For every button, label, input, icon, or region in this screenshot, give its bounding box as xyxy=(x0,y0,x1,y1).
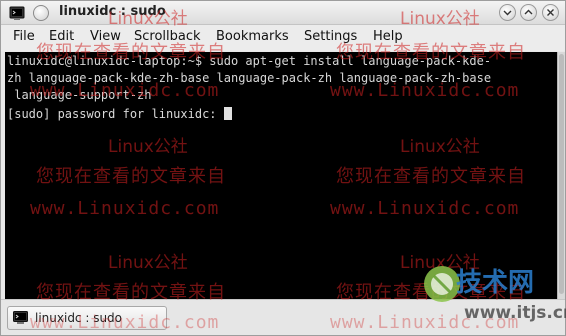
logo-text: 技术网 xyxy=(456,268,535,298)
terminal-prompt-line: [sudo] password for linuxidc: xyxy=(7,107,232,121)
window-title: linuxidc : sudo xyxy=(59,4,166,19)
minimize-button[interactable] xyxy=(499,4,516,21)
terminal-line: language-support-zh xyxy=(7,88,152,102)
maximize-icon xyxy=(524,9,533,15)
close-icon xyxy=(547,9,554,16)
terminal-line: zh language-pack-kde-zh-base language-pa… xyxy=(7,71,492,85)
tab-session[interactable]: linuxidc : sudo xyxy=(7,306,167,330)
menu-edit[interactable]: Edit xyxy=(49,29,74,44)
terminal-cursor xyxy=(223,107,232,120)
tab-label: linuxidc : sudo xyxy=(35,311,123,325)
menu-bar: File Edit View Scrollback Bookmarks Sett… xyxy=(1,25,565,51)
title-bar[interactable]: linuxidc : sudo xyxy=(1,1,565,25)
menu-file[interactable]: File xyxy=(13,29,35,44)
terminal-tab-icon xyxy=(13,311,28,324)
maximize-button[interactable] xyxy=(520,4,537,21)
keep-above-button[interactable] xyxy=(33,5,49,21)
terminal-app-icon[interactable] xyxy=(9,5,25,21)
menu-view[interactable]: View xyxy=(90,29,121,44)
menu-settings[interactable]: Settings xyxy=(304,29,357,44)
menu-bookmarks[interactable]: Bookmarks xyxy=(216,29,289,44)
menu-scrollback[interactable]: Scrollback xyxy=(134,29,201,44)
password-prompt: [sudo] password for linuxidc: xyxy=(7,107,224,121)
close-button[interactable] xyxy=(542,4,559,21)
terminal-line: linuxidc@linuxidc-laptop:~$ sudo apt-get… xyxy=(7,54,492,68)
minimize-icon xyxy=(503,10,512,16)
logo-url: www.itjs.cn xyxy=(464,303,566,323)
menu-help[interactable]: Help xyxy=(373,29,403,44)
